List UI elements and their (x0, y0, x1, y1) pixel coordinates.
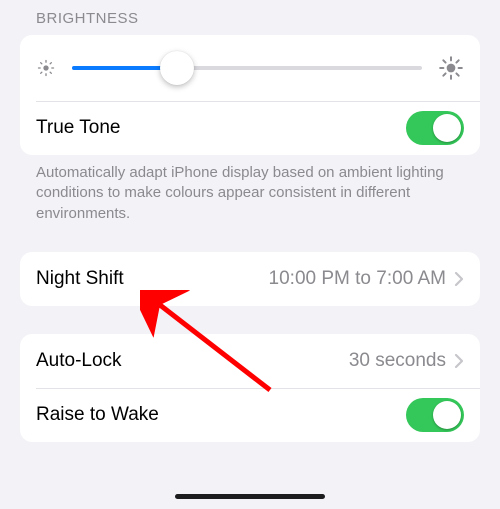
auto-lock-group: Auto-Lock 30 seconds Raise to Wake (20, 334, 480, 442)
chevron-right-icon (454, 271, 464, 287)
auto-lock-row[interactable]: Auto-Lock 30 seconds (20, 334, 480, 388)
brightness-slider-thumb[interactable] (160, 51, 194, 85)
brightness-slider[interactable] (72, 66, 422, 70)
brightness-slider-row (20, 35, 480, 101)
true-tone-note: Automatically adapt iPhone display based… (0, 155, 500, 224)
true-tone-switch[interactable] (406, 111, 464, 145)
true-tone-row: True Tone (20, 101, 480, 155)
night-shift-value: 10:00 PM to 7:00 AM (269, 268, 454, 290)
sun-low-icon (36, 58, 56, 78)
night-shift-group: Night Shift 10:00 PM to 7:00 AM (20, 252, 480, 306)
home-indicator[interactable] (175, 494, 325, 499)
chevron-right-icon (454, 353, 464, 369)
switch-knob (433, 401, 461, 429)
auto-lock-label: Auto-Lock (36, 350, 122, 372)
sun-high-icon (438, 55, 464, 81)
night-shift-label: Night Shift (36, 268, 124, 290)
brightness-group: True Tone (20, 35, 480, 155)
raise-to-wake-switch[interactable] (406, 398, 464, 432)
raise-to-wake-label: Raise to Wake (36, 404, 159, 426)
section-header-brightness: BRIGHTNESS (0, 0, 500, 35)
auto-lock-value: 30 seconds (349, 350, 454, 372)
raise-to-wake-row: Raise to Wake (20, 388, 480, 442)
switch-knob (433, 114, 461, 142)
true-tone-label: True Tone (36, 117, 121, 139)
night-shift-row[interactable]: Night Shift 10:00 PM to 7:00 AM (20, 252, 480, 306)
